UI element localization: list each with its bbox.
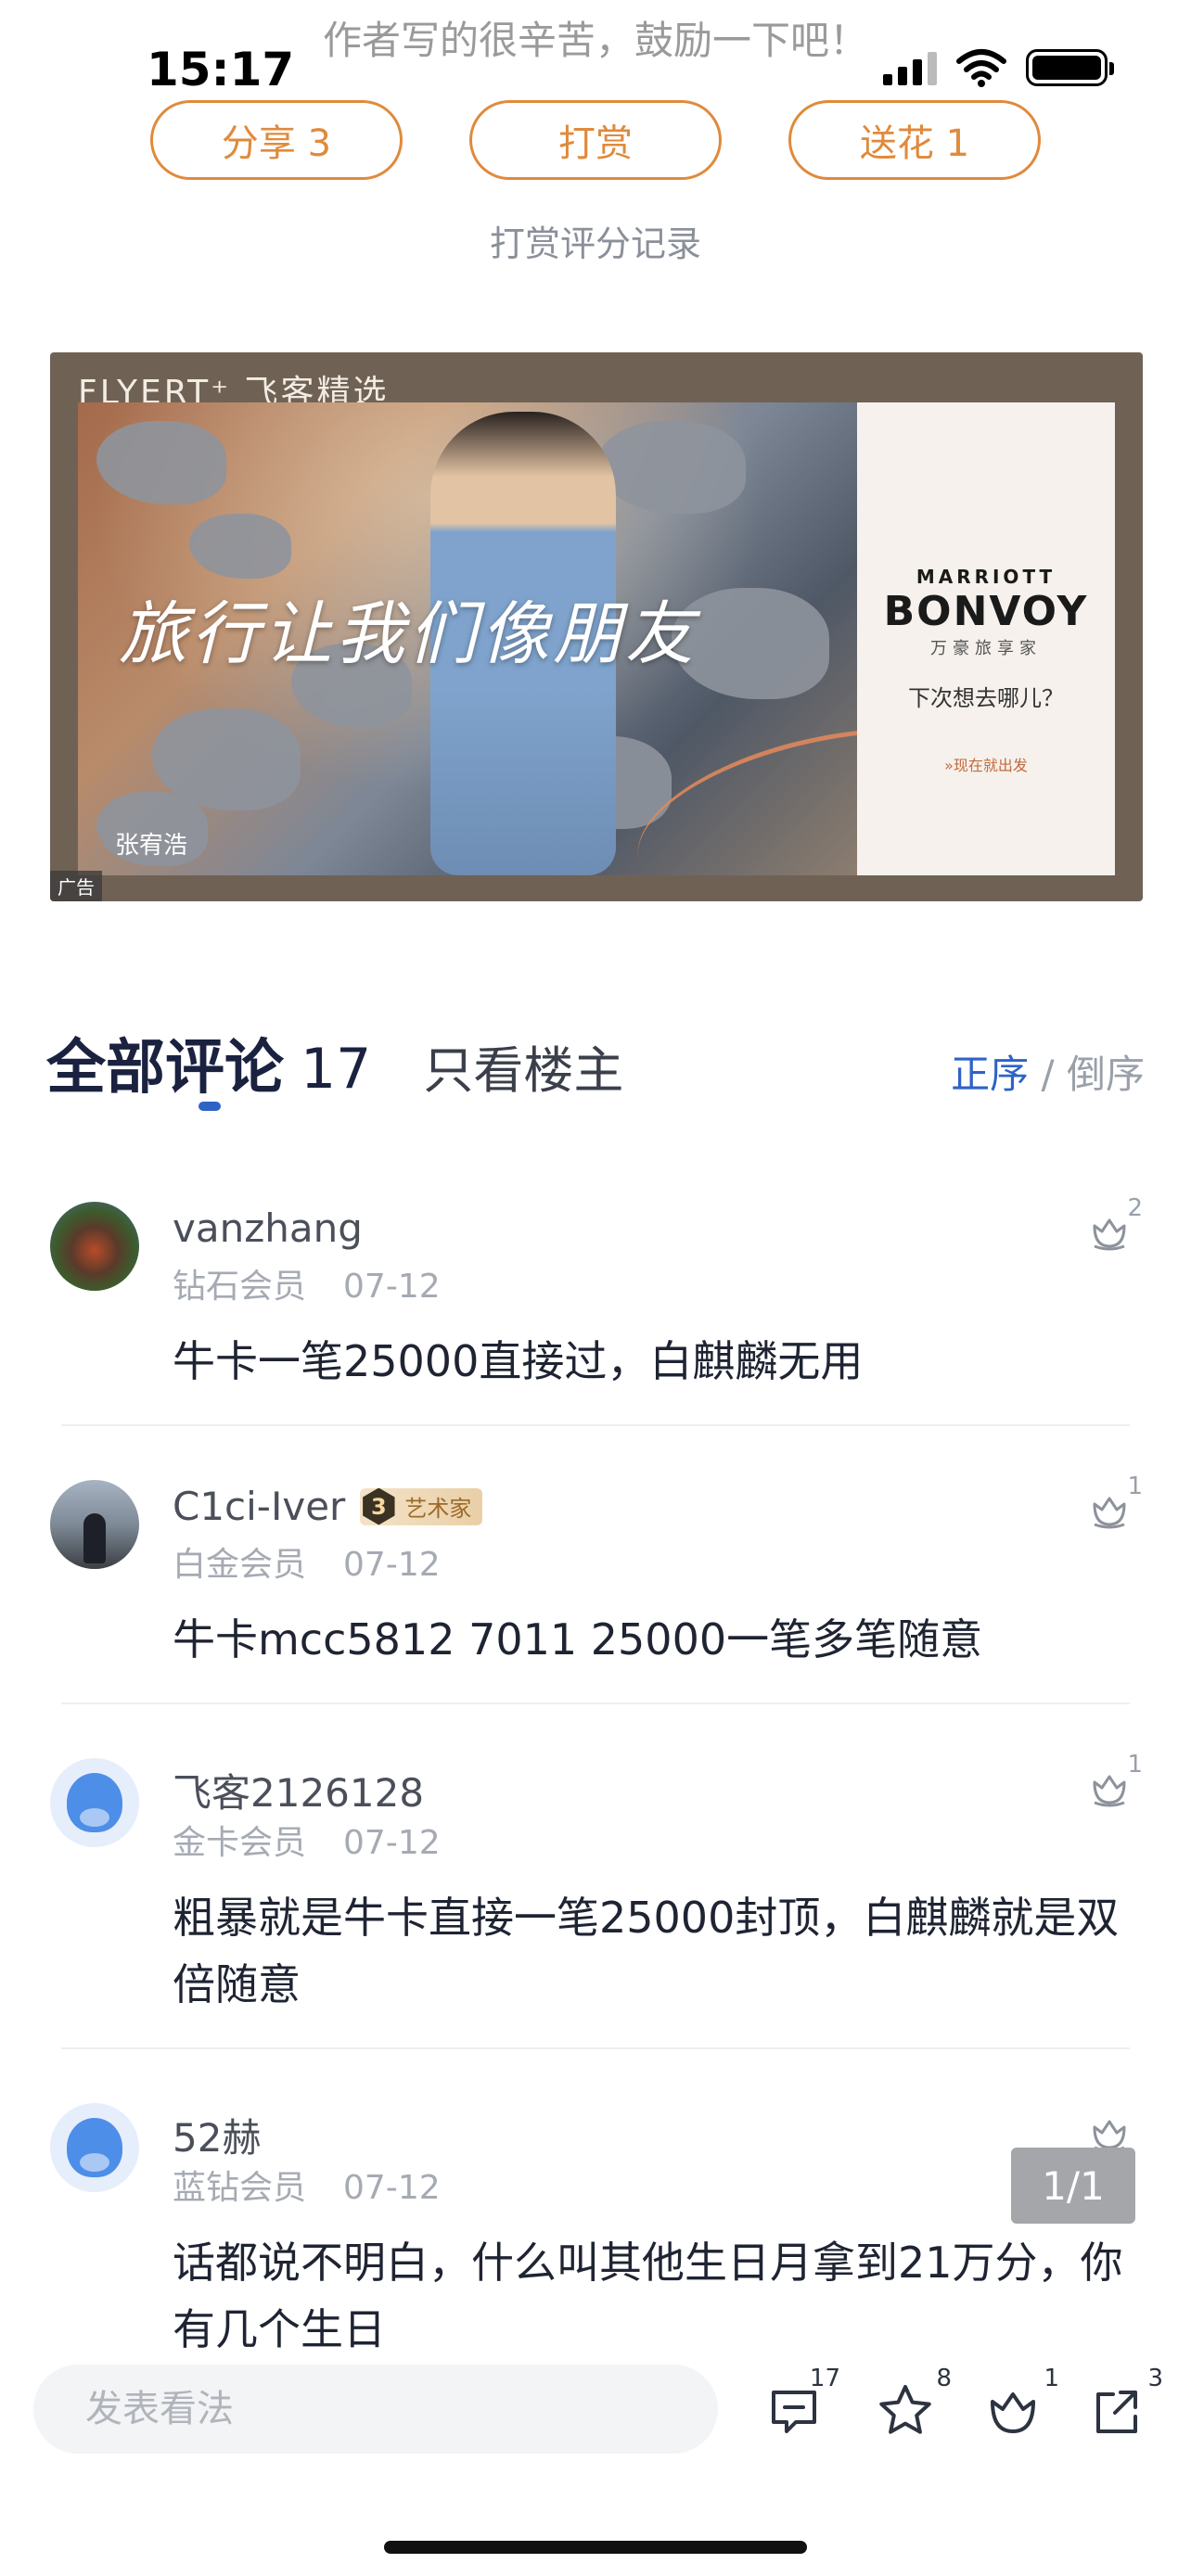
page-indicator: 1/1 <box>1011 2148 1135 2224</box>
sort-ascending[interactable]: 正序 <box>951 1052 1029 1097</box>
flower-button[interactable]: 1 <box>983 2365 1059 2448</box>
like-count: 2 <box>1127 1194 1143 1222</box>
bonvoy-cn: 万豪旅享家 <box>930 639 1042 658</box>
comments-button[interactable]: 17 <box>764 2365 840 2448</box>
ad-caption: 张宥浩 <box>115 832 188 860</box>
comment-count-badge: 17 <box>809 2365 840 2392</box>
comment-meta: 钻石会员 07-12 <box>173 1259 441 1307</box>
comment-input[interactable] <box>33 2365 718 2454</box>
flower-icon <box>1093 1218 1126 1251</box>
comment-text: 话都说不明白，什么叫其他生日月拿到21万分，你有几个生日 <box>173 2238 1123 2354</box>
comment-username[interactable]: vanzhang <box>173 1205 363 1251</box>
comment-text: 粗暴就是牛卡直接一笔25000封顶，白麒麟就是双倍随意 <box>173 1893 1120 2009</box>
cellular-signal-icon <box>883 50 937 85</box>
bottom-bar: 17 8 1 3 <box>0 2365 1191 2457</box>
comment-date: 07-12 <box>343 1824 441 1862</box>
favorite-count-badge: 8 <box>936 2365 952 2392</box>
status-time: 15:17 <box>147 43 295 96</box>
like-button[interactable]: 1 <box>1087 1751 1143 1821</box>
ad-banner[interactable]: FLYERT⁺ 飞客精选 旅行让我们像朋友 张宥浩 MARRIOTT BONVO… <box>50 352 1143 901</box>
member-level: 金卡会员 <box>173 1824 307 1862</box>
share-icon <box>1096 2391 1137 2433</box>
share-bottom-button[interactable]: 3 <box>1087 2365 1163 2448</box>
reward-record-link[interactable]: 打赏评分记录 <box>0 215 1191 266</box>
comment-username[interactable]: C1ci-Iver 3 艺术家 <box>173 1484 483 1529</box>
favorite-button[interactable]: 8 <box>876 2365 952 2448</box>
share-button[interactable]: 分享 3 <box>150 100 403 180</box>
member-level: 白金会员 <box>173 1546 307 1584</box>
home-indicator[interactable] <box>384 2541 807 2554</box>
reward-button[interactable]: 打赏 <box>469 100 722 180</box>
tab-owner-only[interactable]: 只看楼主 <box>423 1029 623 1103</box>
badge-level: 3 <box>363 1487 395 1525</box>
marriott-text: MARRIOTT <box>916 566 1057 588</box>
tab-all-comments[interactable]: 全部评论 <box>46 1020 284 1105</box>
comment-meta: 白金会员 07-12 <box>173 1537 441 1586</box>
marriott-panel: MARRIOTT BONVOY 万豪旅享家 下次想去哪儿？ »现在就出发 <box>857 402 1115 875</box>
comment-text: 牛卡mcc5812 7011 25000一笔多笔随意 <box>173 1614 983 1664</box>
comment-meta: 蓝钻会员 07-12 <box>173 2161 441 2209</box>
bonvoy-logo: BONVOY <box>883 588 1089 635</box>
post-actions: 分享 3 打赏 送花 1 <box>0 100 1191 180</box>
avatar[interactable] <box>50 1480 139 1569</box>
comment-username[interactable]: 52赫 <box>173 2107 261 2163</box>
avatar[interactable] <box>50 1202 139 1291</box>
comment-date: 07-12 <box>343 1268 441 1306</box>
sort-toggle: 正序 / 倒序 <box>951 1043 1145 1100</box>
avatar[interactable] <box>50 1758 139 1847</box>
ad-question: 下次想去哪儿？ <box>908 685 1064 711</box>
wifi-icon <box>956 49 1006 87</box>
status-icons <box>883 48 1114 87</box>
sort-descending[interactable]: 倒序 <box>1067 1052 1145 1097</box>
ad-tag: 广告 <box>50 871 102 901</box>
send-flower-button[interactable]: 送花 1 <box>788 100 1041 180</box>
comment-count: 17 <box>301 1037 372 1102</box>
flower-icon <box>1093 1775 1126 1807</box>
comment-username[interactable]: 飞客2126128 <box>173 1762 424 1818</box>
battery-icon <box>1026 49 1114 86</box>
flower-icon <box>1093 1497 1126 1529</box>
comment-date: 07-12 <box>343 2169 441 2207</box>
artist-badge: 3 艺术家 <box>360 1487 483 1525</box>
badge-title: 艺术家 <box>404 1496 472 1522</box>
divider <box>61 1424 1130 1426</box>
comment-text: 牛卡一笔25000直接过，白麒麟无用 <box>173 1336 864 1386</box>
share-count-badge: 3 <box>1147 2365 1163 2392</box>
comments-header: 全部评论 17 只看楼主 正序 / 倒序 <box>46 1020 1145 1105</box>
member-level: 钻石会员 <box>173 1268 307 1306</box>
divider <box>61 1702 1130 1704</box>
sort-separator: / <box>1029 1052 1067 1097</box>
like-count: 1 <box>1127 1473 1143 1500</box>
like-count: 1 <box>1127 1751 1143 1779</box>
ad-photo: 旅行让我们像朋友 张宥浩 <box>78 402 857 875</box>
comment-meta: 金卡会员 07-12 <box>173 1816 441 1864</box>
star-icon <box>879 2385 931 2434</box>
comment-date: 07-12 <box>343 1546 441 1584</box>
active-tab-indicator <box>198 1102 221 1111</box>
flower-count-badge: 1 <box>1044 2365 1059 2392</box>
ad-cta[interactable]: »现在就出发 <box>857 753 1115 775</box>
like-button[interactable]: 2 <box>1087 1194 1143 1265</box>
member-level: 蓝钻会员 <box>173 2169 307 2207</box>
ad-slogan: 旅行让我们像朋友 <box>119 594 698 674</box>
like-button[interactable]: 1 <box>1087 1473 1143 1543</box>
flower-icon <box>991 2392 1035 2433</box>
avatar[interactable] <box>50 2103 139 2192</box>
divider <box>61 2047 1130 2049</box>
